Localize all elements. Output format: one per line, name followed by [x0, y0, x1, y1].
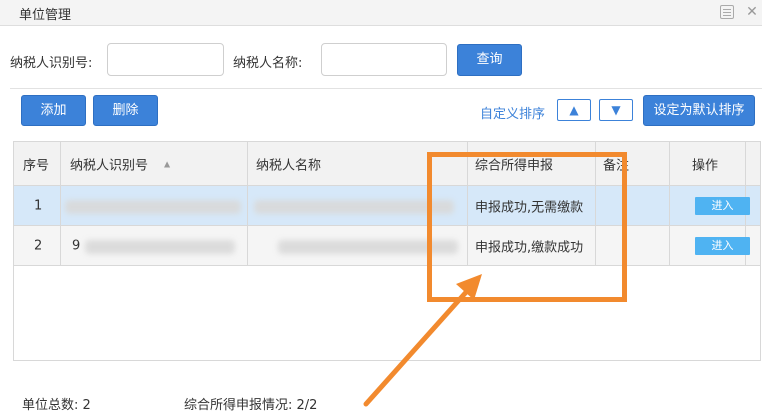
annotation-arrow-icon [363, 274, 482, 407]
